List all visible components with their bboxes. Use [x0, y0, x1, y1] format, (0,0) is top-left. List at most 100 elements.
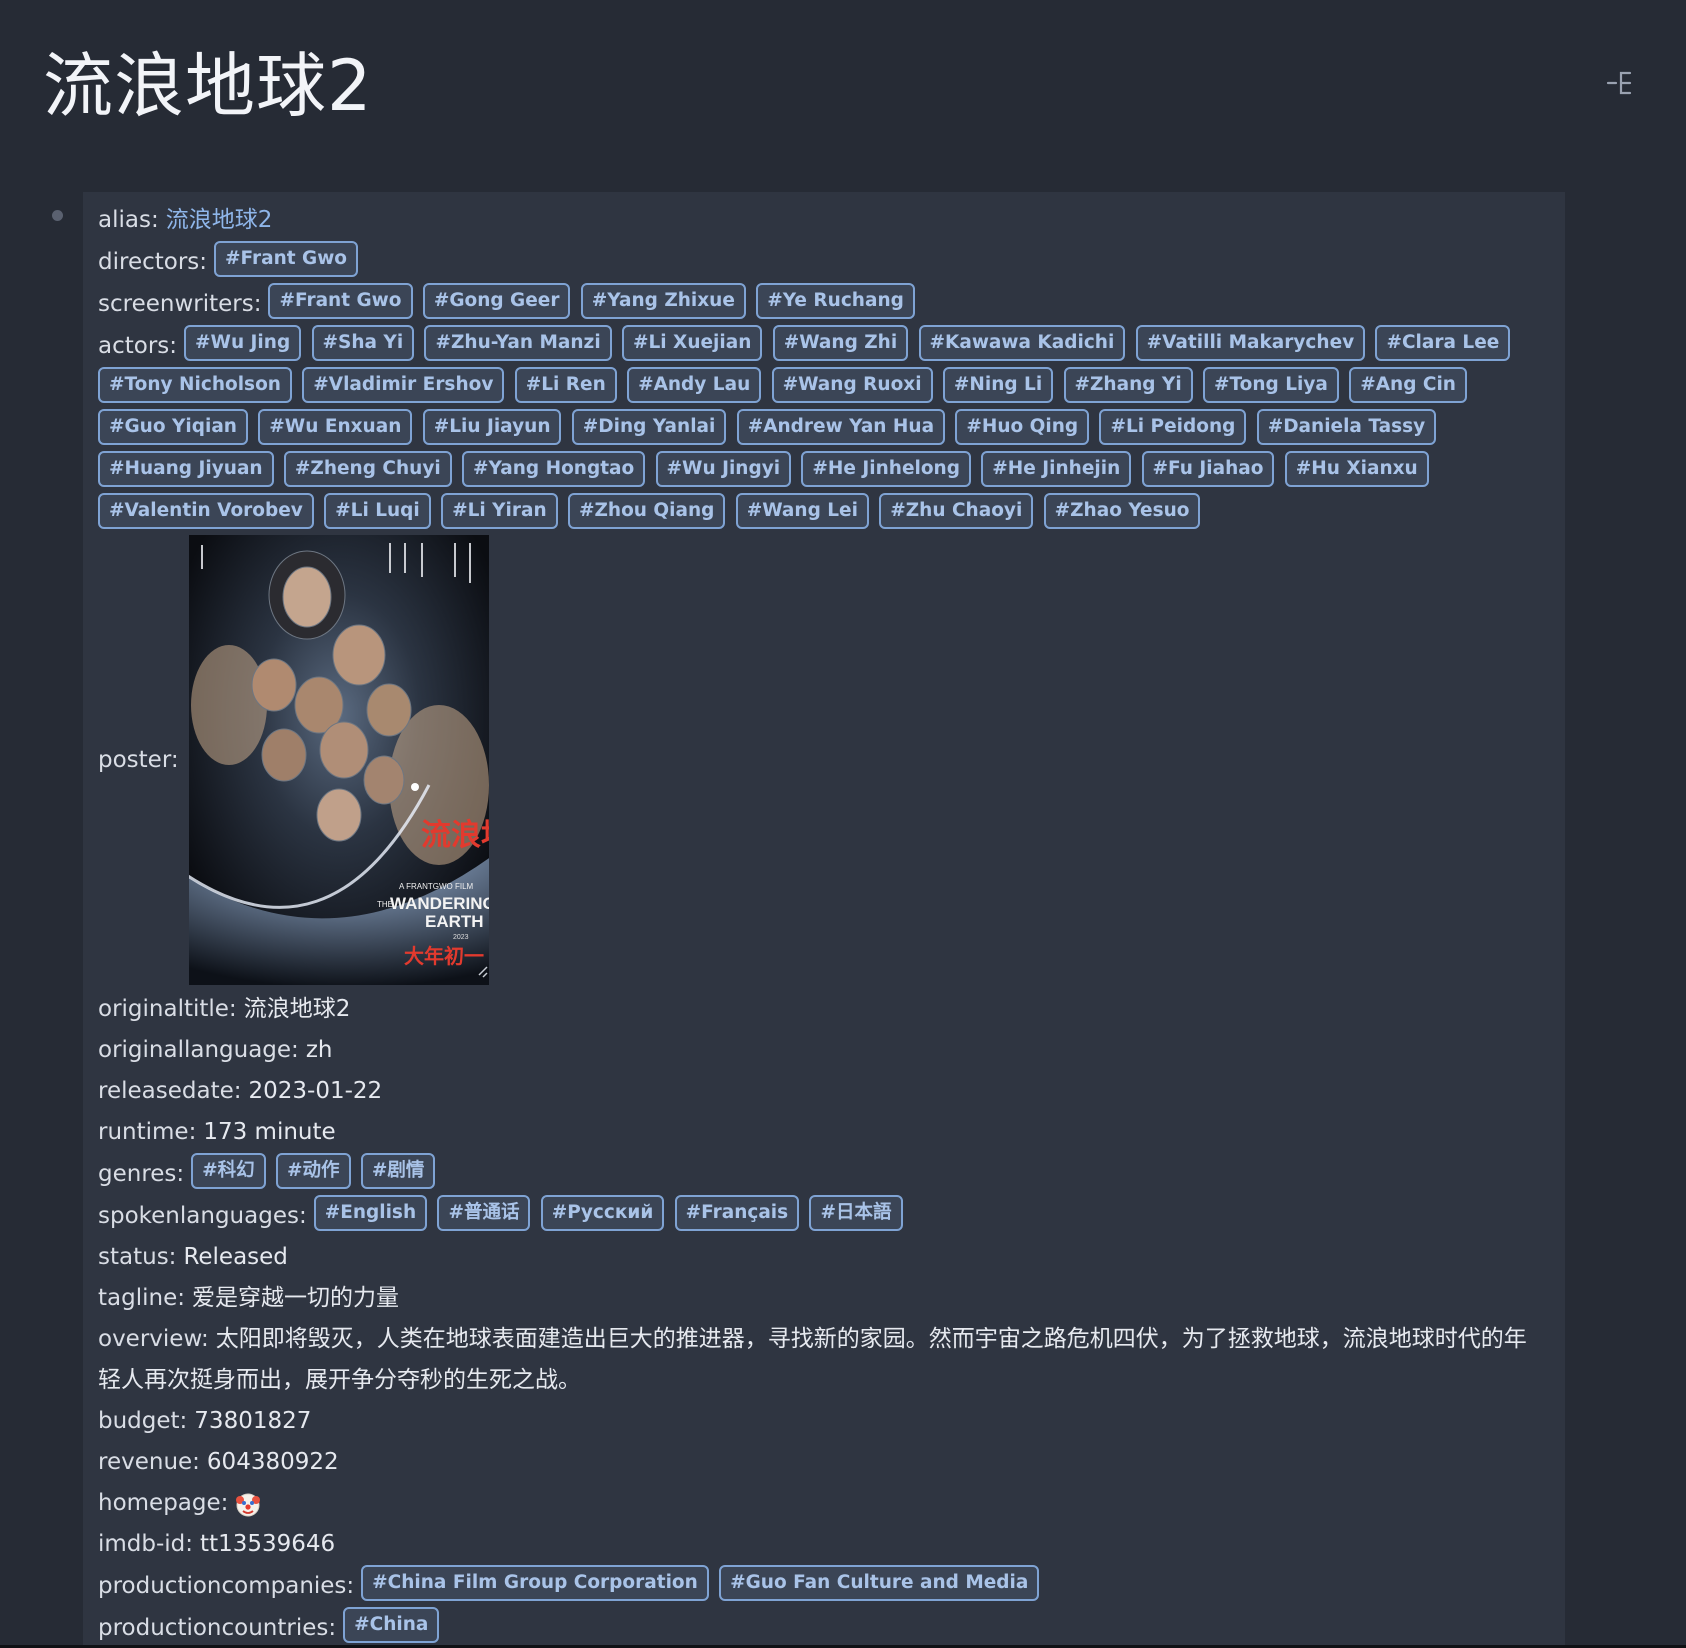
prop-key: overview: — [98, 1326, 209, 1352]
tag-link[interactable]: #普通话 — [437, 1195, 531, 1231]
tag-link[interactable]: #Sha Yi — [311, 325, 415, 361]
tag-link[interactable]: #Vladimir Ershov — [302, 367, 505, 403]
prop-key: homepage: — [98, 1490, 229, 1516]
genres-tags: #科幻 #动作 #剧情 — [191, 1153, 438, 1189]
prop-key: imdb-id: — [98, 1531, 194, 1557]
prop-key: originaltitle: — [98, 996, 237, 1022]
tag-link[interactable]: #Zhao Yesuo — [1043, 493, 1201, 529]
revenue-value: 604380922 — [206, 1449, 339, 1475]
tag-link[interactable]: #Tong Liya — [1202, 367, 1339, 403]
prop-alias: alias: 流浪地球2 — [98, 200, 1549, 241]
tag-link[interactable]: #China Film Group Corporation — [361, 1565, 709, 1601]
tag-link[interactable]: #Valentin Vorobev — [98, 493, 314, 529]
tag-link[interactable]: #Huo Qing — [955, 409, 1090, 445]
tag-link[interactable]: #日本語 — [809, 1195, 903, 1231]
prop-key: directors: — [98, 248, 208, 275]
tag-link[interactable]: #Zheng Chuyi — [283, 451, 452, 487]
imdbid-value: tt13539646 — [200, 1531, 336, 1557]
tag-link[interactable]: #动作 — [276, 1153, 351, 1189]
tag-link[interactable]: #Li Xuejian — [621, 325, 763, 361]
tag-link[interactable]: #English — [313, 1195, 428, 1231]
tag-link[interactable]: #Vatilli Makarychev — [1135, 325, 1366, 361]
prop-productioncompanies: productioncompanies: #China Film Group Co… — [98, 1565, 1549, 1607]
outline-toggle-button[interactable] — [1602, 66, 1636, 100]
productioncountries-tags: #China — [343, 1607, 442, 1643]
tag-link[interactable]: #Frant Gwo — [214, 241, 359, 277]
prop-key: spokenlanguages: — [98, 1202, 307, 1229]
poster-en-title-1: WANDERING — [390, 894, 489, 913]
tag-link[interactable]: #Andy Lau — [627, 367, 762, 403]
tag-link[interactable]: #Zhou Qiang — [568, 493, 726, 529]
tag-link[interactable]: #Wu Enxuan — [258, 409, 413, 445]
prop-key: productioncompanies: — [98, 1572, 355, 1599]
tag-link[interactable]: #China — [343, 1607, 440, 1643]
prop-key: originallanguage: — [98, 1037, 299, 1063]
tag-link[interactable]: #Fu Jiahao — [1141, 451, 1275, 487]
tag-link[interactable]: #Ye Ruchang — [756, 283, 915, 319]
tag-link[interactable]: #剧情 — [360, 1153, 436, 1189]
prop-releasedate: releasedate: 2023-01-22 — [98, 1071, 1549, 1112]
tag-link[interactable]: #Liu Jiayun — [422, 409, 562, 445]
tag-link[interactable]: #Wu Jing — [184, 325, 302, 361]
prop-actors: actors: #Wu Jing #Sha Yi #Zhu-Yan Manzi #… — [98, 325, 1549, 535]
clown-face-icon[interactable] — [235, 1491, 261, 1517]
tag-link[interactable]: #Wu Jingyi — [655, 451, 792, 487]
tag-link[interactable]: #Li Luqi — [324, 493, 431, 529]
spokenlanguages-tags: #English #普通话 #Pусский #Français #日本語 — [313, 1195, 906, 1231]
tag-link[interactable]: #Daniela Tassy — [1256, 409, 1437, 445]
tag-link[interactable]: #Yang Zhixue — [580, 283, 746, 319]
prop-originaltitle: originaltitle: 流浪地球2 — [98, 989, 1549, 1030]
tag-link[interactable]: #Li Ren — [514, 367, 617, 403]
tag-link[interactable]: #Wang Lei — [735, 493, 869, 529]
tag-link[interactable]: #Wang Zhi — [772, 325, 909, 361]
tag-link[interactable]: #Tony Nicholson — [98, 367, 292, 403]
tagline-value: 爱是穿越一切的力量 — [191, 1285, 399, 1311]
runtime-value: 173 minute — [203, 1119, 336, 1145]
tag-link[interactable]: #Zhu-Yan Manzi — [424, 325, 612, 361]
prop-originallanguage: originallanguage: zh — [98, 1030, 1549, 1071]
tag-link[interactable]: #Ang Cin — [1349, 367, 1467, 403]
properties-block[interactable]: alias: 流浪地球2 directors: #Frant Gwo screenw… — [83, 192, 1565, 1648]
tag-link[interactable]: #Ning Li — [942, 367, 1054, 403]
tag-link[interactable]: #Li Peidong — [1099, 409, 1247, 445]
prop-imdbid: imdb-id: tt13539646 — [98, 1524, 1549, 1565]
tag-link[interactable]: #Frant Gwo — [268, 283, 413, 319]
tag-link[interactable]: #Yang Hongtao — [462, 451, 646, 487]
tag-link[interactable]: #科幻 — [191, 1153, 266, 1189]
prop-key: tagline: — [98, 1285, 185, 1311]
tag-link[interactable]: #Andrew Yan Hua — [736, 409, 946, 445]
bullet-dot-icon[interactable] — [52, 210, 63, 221]
tag-link[interactable]: #Zhang Yi — [1063, 367, 1193, 403]
prop-spokenlanguages: spokenlanguages: #English #普通话 #Pусский #… — [98, 1195, 1549, 1237]
alias-link[interactable]: 流浪地球2 — [166, 207, 273, 233]
tag-link[interactable]: #Huang Jiyuan — [98, 451, 274, 487]
tag-link[interactable]: #Wang Ruoxi — [771, 367, 933, 403]
tag-link[interactable]: #He Jinhelong — [801, 451, 971, 487]
prop-key: poster: — [98, 747, 179, 773]
tag-link[interactable]: #Hu Xianxu — [1284, 451, 1429, 487]
prop-budget: budget: 73801827 — [98, 1401, 1549, 1442]
tag-link[interactable]: #Li Yiran — [441, 493, 558, 529]
prop-key: budget: — [98, 1408, 188, 1434]
prop-key: releasedate: — [98, 1078, 242, 1104]
prop-key: productioncountries: — [98, 1614, 337, 1641]
originaltitle-value: 流浪地球2 — [243, 996, 351, 1022]
tag-link[interactable]: #Kawawa Kadichi — [918, 325, 1126, 361]
prop-homepage: homepage: — [98, 1483, 1549, 1524]
productioncompanies-tags: #China Film Group Corporation #Guo Fan C… — [361, 1565, 1042, 1601]
tag-link[interactable]: #Zhu Chaoyi — [879, 493, 1034, 529]
screenwriters-tags: #Frant Gwo #Gong Geer #Yang Zhixue #Ye R… — [268, 283, 917, 319]
tag-link[interactable]: #Ding Yanlai — [571, 409, 727, 445]
tag-link[interactable]: #He Jinhejin — [981, 451, 1132, 487]
tag-link[interactable]: #Guo Yiqian — [98, 409, 248, 445]
page-title: 流浪地球2 — [43, 45, 373, 127]
tag-link[interactable]: #Clara Lee — [1375, 325, 1511, 361]
prop-screenwriters: screenwriters: #Frant Gwo #Gong Geer #Yan… — [98, 283, 1549, 325]
prop-key: status: — [98, 1244, 177, 1270]
tag-link[interactable]: #Français — [674, 1195, 800, 1231]
tag-link[interactable]: #Guo Fan Culture and Media — [719, 1565, 1040, 1601]
directors-tags: #Frant Gwo — [214, 241, 361, 277]
poster-image[interactable]: 流浪地球 A FRANTGWO FILM THE WANDERING EARTH… — [188, 535, 489, 985]
tag-link[interactable]: #Gong Geer — [422, 283, 571, 319]
tag-link[interactable]: #Pусский — [540, 1195, 665, 1231]
